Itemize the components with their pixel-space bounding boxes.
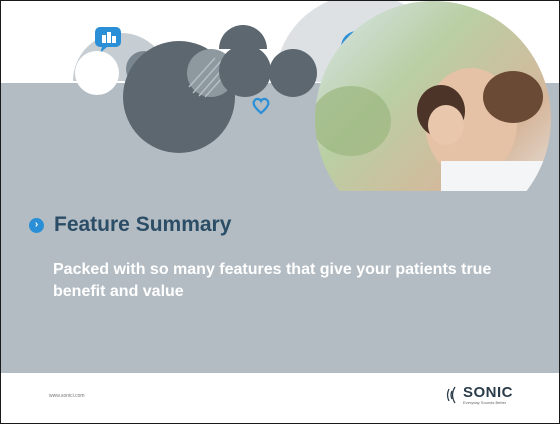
heart-icon <box>252 97 270 115</box>
deco-circle <box>75 51 119 95</box>
slide-title: Feature Summary <box>54 213 232 236</box>
sound-wave-icon <box>446 386 456 404</box>
arrow-bullet-icon: › <box>29 217 44 233</box>
deco-dot <box>221 96 229 104</box>
deco-circle <box>219 45 271 97</box>
deco-circle <box>269 49 317 97</box>
website-url: www.sonici.com <box>49 393 85 399</box>
slide-subtitle: Packed with so many features that give y… <box>53 261 492 300</box>
brand-tagline: Everyday Sounds Better <box>463 400 507 405</box>
presentation-slide: › Feature Summary Packed with so many fe… <box>0 0 560 424</box>
header-decoration <box>73 1 551 191</box>
brand-name: SONIC <box>463 384 514 401</box>
title-row: › Feature Summary <box>29 213 231 237</box>
sonic-logo: SONIC Everyday Sounds Better <box>445 385 513 405</box>
